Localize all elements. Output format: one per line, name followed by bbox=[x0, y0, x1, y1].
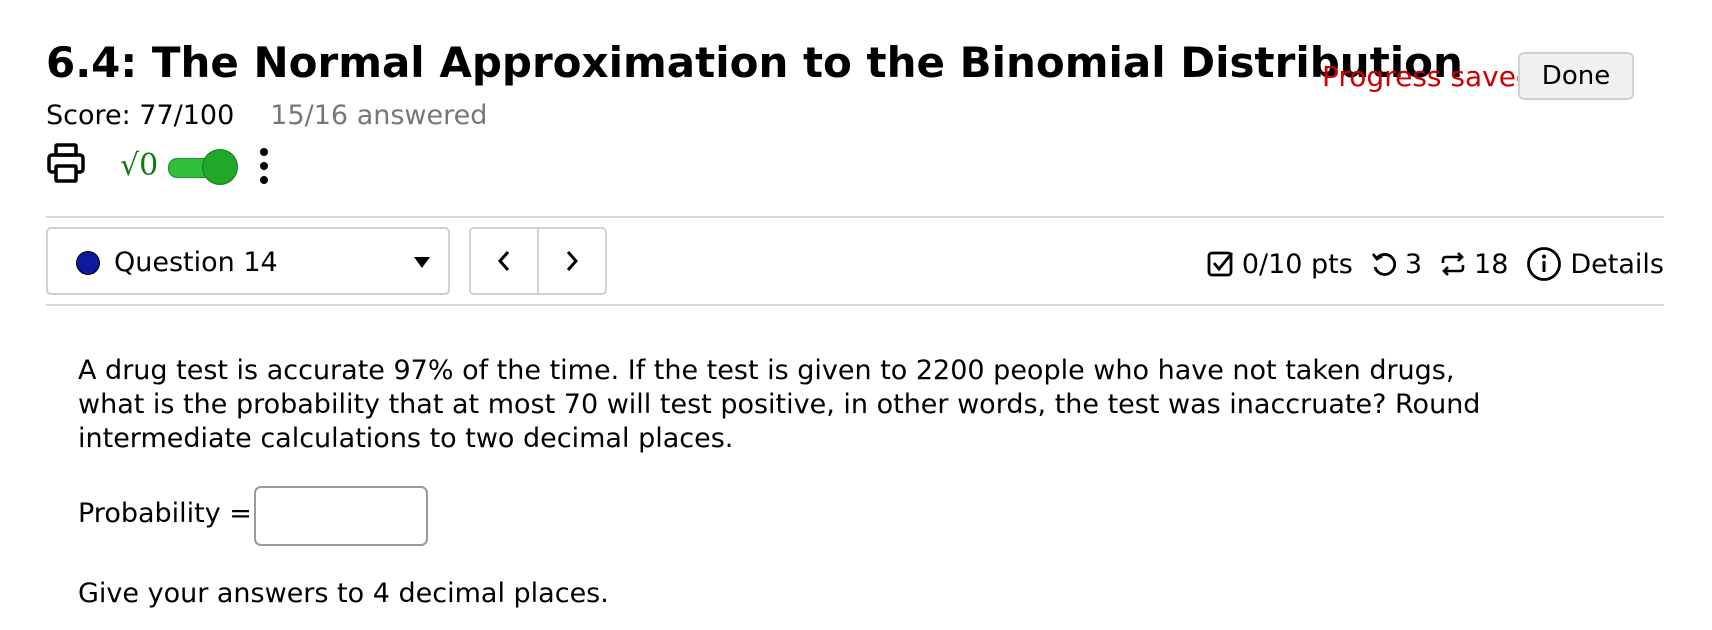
answer-label: Probability = bbox=[78, 498, 252, 529]
attempts-count: 18 bbox=[1474, 248, 1509, 280]
retries-count: 3 bbox=[1404, 248, 1423, 280]
question-selector[interactable]: Question 14 bbox=[46, 227, 450, 295]
retry-icon bbox=[1371, 253, 1396, 276]
attempts-indicator: 18 bbox=[1438, 249, 1508, 280]
math-entry-toggle[interactable]: √0 bbox=[120, 144, 270, 188]
printer-icon[interactable] bbox=[46, 142, 86, 190]
probability-input[interactable] bbox=[254, 486, 428, 546]
checkbox-icon bbox=[1207, 251, 1233, 277]
repeat-icon bbox=[1441, 252, 1465, 276]
score-text: Score: 77/100 bbox=[46, 100, 235, 131]
chevron-right-icon bbox=[566, 251, 579, 271]
score-line: Score: 77/100 15/16 answered bbox=[46, 100, 487, 131]
chevron-left-icon bbox=[497, 251, 510, 271]
toggle-knob bbox=[202, 149, 238, 185]
caret-down-icon bbox=[414, 257, 430, 268]
page-title: 6.4: The Normal Approximation to the Bin… bbox=[46, 38, 1463, 87]
details-button[interactable]: Details bbox=[1526, 246, 1664, 282]
divider bbox=[46, 216, 1664, 218]
question-nav-buttons bbox=[469, 227, 607, 295]
next-question-button[interactable] bbox=[539, 229, 605, 293]
question-status-dot bbox=[76, 251, 100, 275]
question-selector-label: Question 14 bbox=[114, 247, 278, 278]
toolbar: √0 bbox=[46, 142, 286, 190]
done-button[interactable]: Done bbox=[1518, 52, 1634, 100]
divider bbox=[46, 304, 1664, 306]
previous-question-button[interactable] bbox=[471, 229, 539, 293]
progress-status: Progress saved bbox=[1322, 60, 1534, 93]
question-meta: 0/10 pts 3 18 Details bbox=[1206, 244, 1664, 284]
answered-count: 15/16 answered bbox=[270, 100, 488, 131]
info-icon bbox=[1527, 247, 1562, 281]
points-indicator: 0/10 pts bbox=[1206, 249, 1353, 280]
question-text: A drug test is accurate 97% of the time.… bbox=[78, 355, 1481, 454]
kebab-menu-icon[interactable] bbox=[254, 144, 274, 188]
details-label: Details bbox=[1570, 248, 1664, 280]
points-text: 0/10 pts bbox=[1241, 248, 1353, 280]
sqrt-icon: √0 bbox=[120, 148, 159, 183]
retries-indicator: 3 bbox=[1369, 249, 1422, 280]
instruction-note: Give your answers to 4 decimal places. bbox=[78, 578, 609, 609]
